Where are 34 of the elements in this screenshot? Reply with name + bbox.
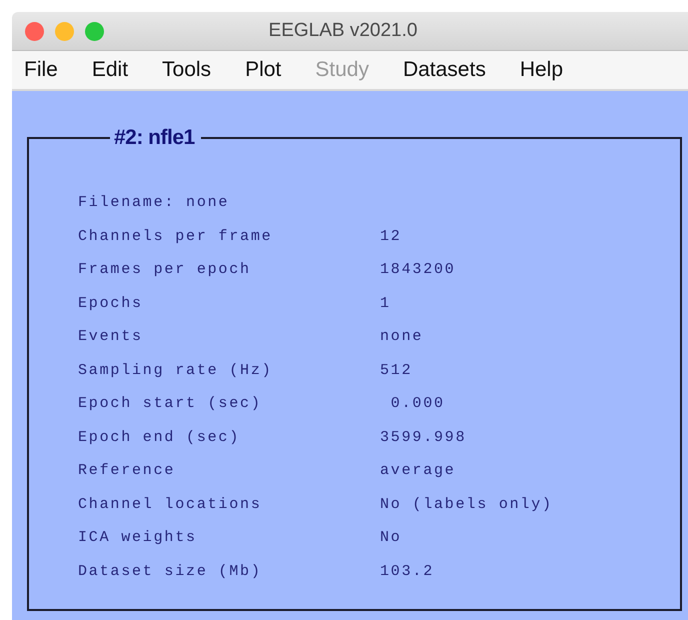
field-label: Channel locations	[78, 496, 262, 513]
field-value: No	[380, 529, 402, 546]
field-value: 0.000	[390, 395, 445, 412]
field-label: ICA weights	[78, 529, 197, 546]
field-value: average	[380, 462, 456, 480]
field-value: 103.2	[380, 562, 434, 580]
close-button[interactable]	[25, 22, 44, 40]
field-value: 12	[380, 228, 402, 245]
field-label: Reference	[78, 462, 176, 480]
menu-item[interactable]: Edit	[92, 58, 128, 82]
field-value: none	[380, 328, 424, 346]
menu-item[interactable]: Tools	[162, 58, 212, 82]
minimize-button[interactable]	[55, 22, 74, 40]
field-value: 1843200	[380, 261, 456, 278]
window-title: EEGLAB v2021.0	[268, 20, 418, 41]
menu-item[interactable]: Datasets	[402, 58, 486, 82]
field-label: Events	[78, 328, 143, 346]
field-label: Frames per epoch	[78, 261, 251, 278]
field-value: No (labels only)	[380, 496, 553, 513]
field-value: 3599.998	[380, 428, 466, 446]
field-label: Filename: none	[78, 194, 230, 212]
zoom-button[interactable]	[85, 22, 104, 40]
field-label: Epoch end (sec)	[78, 428, 240, 446]
field-label: Epoch start (sec)	[78, 395, 262, 412]
field-label: Sampling rate (Hz)	[78, 362, 272, 379]
field-label: Channels per frame	[78, 228, 272, 245]
field-value: 1	[380, 294, 391, 312]
menu-item[interactable]: Help	[520, 58, 564, 82]
panel-title: #2: nfle1	[113, 126, 196, 150]
menu-item[interactable]: File	[24, 58, 58, 82]
field-label: Dataset size (Mb)	[78, 562, 262, 580]
field-value: 512	[380, 362, 412, 379]
menu-item[interactable]: Plot	[245, 58, 282, 82]
field-label: Epochs	[78, 294, 143, 312]
